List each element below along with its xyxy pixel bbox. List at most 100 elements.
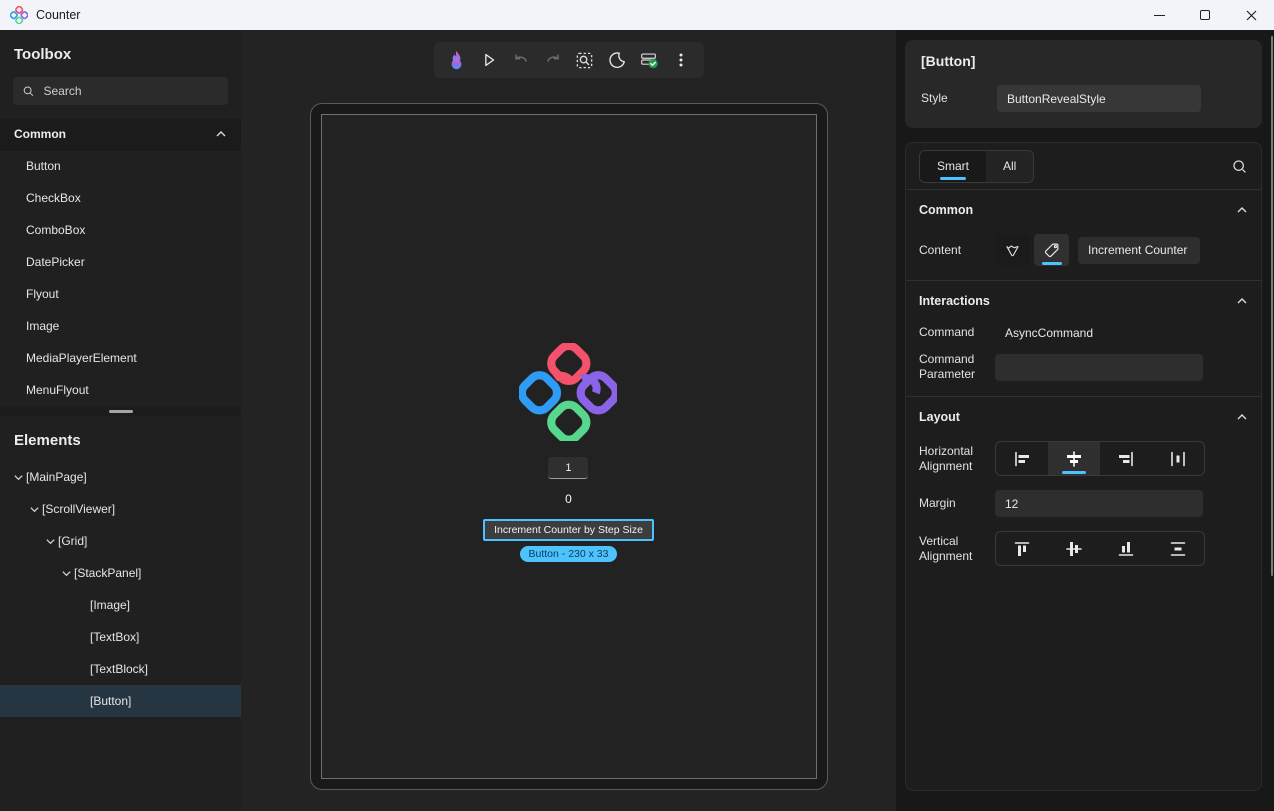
chevron-down-icon <box>61 568 72 579</box>
horizontal-alignment-label: Horizontal Alignment <box>919 444 995 474</box>
chevron-down-icon <box>29 504 40 515</box>
panel-splitter[interactable] <box>0 406 241 416</box>
window-title: Counter <box>36 8 80 22</box>
style-label: Style <box>921 91 997 106</box>
tree-item-scrollviewer[interactable]: [ScrollViewer] <box>0 493 241 525</box>
chevron-up-icon <box>1236 204 1248 216</box>
toolbox-item-menuflyout[interactable]: MenuFlyout <box>0 374 241 406</box>
selection-zoom-icon[interactable] <box>572 46 598 74</box>
toolbox-item-button[interactable]: Button <box>0 150 241 182</box>
command-parameter-label: Command Parameter <box>919 352 995 382</box>
align-center-icon[interactable] <box>1048 442 1100 475</box>
binding-icon[interactable] <box>995 234 1030 266</box>
tree-item-label: [MainPage] <box>26 470 87 484</box>
toolbox-title: Toolbox <box>0 30 241 75</box>
align-vstretch-icon[interactable] <box>1152 532 1204 565</box>
command-parameter-input[interactable] <box>995 354 1203 381</box>
toolbox-item-image[interactable]: Image <box>0 310 241 342</box>
toolbox-item-mediaplayerelement[interactable]: MediaPlayerElement <box>0 342 241 374</box>
tab-smart[interactable]: Smart <box>920 151 986 182</box>
device-frame: 1 0 Increment Counter by Step Size Butto… <box>310 103 828 790</box>
increment-counter-button[interactable]: Increment Counter by Step Size <box>483 519 654 541</box>
content-label: Content <box>919 243 995 258</box>
tree-item-button-selected[interactable]: [Button] <box>0 685 241 717</box>
section-interactions[interactable]: Interactions <box>919 281 1248 321</box>
redo-icon[interactable] <box>540 46 566 74</box>
toolbox-list: Button CheckBox ComboBox DatePicker Flyo… <box>0 150 241 406</box>
elements-title: Elements <box>0 416 241 461</box>
chevron-up-icon <box>1236 411 1248 423</box>
toolbox-search-input[interactable] <box>43 84 219 98</box>
selected-element-card: [Button] Style <box>905 40 1262 128</box>
theme-moon-icon[interactable] <box>604 46 630 74</box>
hot-reload-flame-icon[interactable] <box>444 46 470 74</box>
app-logo-icon <box>10 6 28 24</box>
step-size-textbox[interactable]: 1 <box>548 457 588 479</box>
align-left-icon[interactable] <box>996 442 1048 475</box>
chevron-down-icon <box>13 472 24 483</box>
vertical-alignment-group <box>995 531 1205 566</box>
play-icon[interactable] <box>476 46 502 74</box>
device-screen[interactable]: 1 0 Increment Counter by Step Size Butto… <box>321 114 817 779</box>
chevron-up-icon <box>1236 295 1248 307</box>
counter-textblock: 0 <box>565 492 572 506</box>
minimize-button[interactable] <box>1136 0 1182 30</box>
vertical-alignment-label: Vertical Alignment <box>919 534 995 564</box>
maximize-button[interactable] <box>1182 0 1228 30</box>
tree-item-label: [TextBlock] <box>90 662 148 676</box>
horizontal-alignment-group <box>995 441 1205 476</box>
align-stretch-icon[interactable] <box>1152 442 1204 475</box>
design-canvas[interactable]: 1 0 Increment Counter by Step Size Butto… <box>241 30 896 811</box>
chevron-up-icon <box>215 128 227 140</box>
search-icon <box>22 84 34 98</box>
tree-item-textbox[interactable]: [TextBox] <box>0 621 241 653</box>
tree-item-stackpanel[interactable]: [StackPanel] <box>0 557 241 589</box>
tree-item-label: [StackPanel] <box>74 566 141 580</box>
tree-item-grid[interactable]: [Grid] <box>0 525 241 557</box>
more-options-icon[interactable] <box>668 46 694 74</box>
command-value[interactable]: AsyncCommand <box>1005 326 1093 340</box>
content-value-input[interactable] <box>1078 237 1200 264</box>
align-top-icon[interactable] <box>996 532 1048 565</box>
uno-logo-image[interactable] <box>519 343 617 441</box>
toolbox-search[interactable] <box>13 77 228 105</box>
section-layout[interactable]: Layout <box>919 397 1248 437</box>
section-common-label: Common <box>919 203 973 217</box>
inspector-scrollbar[interactable] <box>1271 36 1273 576</box>
properties-search-icon[interactable] <box>1231 158 1248 175</box>
section-interactions-label: Interactions <box>919 294 990 308</box>
tree-item-mainpage[interactable]: [MainPage] <box>0 461 241 493</box>
splitter-handle-icon <box>109 410 133 413</box>
tag-icon[interactable] <box>1034 234 1069 266</box>
connection-status-icon[interactable] <box>636 46 662 74</box>
style-input[interactable] <box>997 85 1201 112</box>
tree-item-label: [TextBox] <box>90 630 139 644</box>
tab-all[interactable]: All <box>986 151 1033 182</box>
elements-panel: Elements [MainPage] [ScrollViewer] [Grid… <box>0 416 241 811</box>
margin-input[interactable] <box>995 490 1203 517</box>
section-layout-label: Layout <box>919 410 960 424</box>
tree-item-label: [Image] <box>90 598 130 612</box>
align-middle-icon[interactable] <box>1048 532 1100 565</box>
section-common[interactable]: Common <box>919 190 1248 230</box>
property-inspector: [Button] Style Smart All Common <box>896 30 1274 811</box>
sidebar: Toolbox Common Button CheckBox ComboBox … <box>0 30 241 811</box>
tree-item-textblock[interactable]: [TextBlock] <box>0 653 241 685</box>
designer-toolbar <box>434 42 704 78</box>
property-tabs: Smart All <box>919 150 1034 183</box>
undo-icon[interactable] <box>508 46 534 74</box>
toolbox-section-common[interactable]: Common <box>0 119 241 150</box>
align-right-icon[interactable] <box>1100 442 1152 475</box>
titlebar: Counter <box>0 0 1274 30</box>
toolbox-item-flyout[interactable]: Flyout <box>0 278 241 310</box>
chevron-down-icon <box>45 536 56 547</box>
tree-item-image[interactable]: [Image] <box>0 589 241 621</box>
selected-element-title: [Button] <box>921 53 1246 69</box>
align-bottom-icon[interactable] <box>1100 532 1152 565</box>
close-button[interactable] <box>1228 0 1274 30</box>
tree-item-label: [Button] <box>90 694 131 708</box>
toolbox-item-combobox[interactable]: ComboBox <box>0 214 241 246</box>
tree-item-label: [Grid] <box>58 534 87 548</box>
toolbox-item-datepicker[interactable]: DatePicker <box>0 246 241 278</box>
toolbox-item-checkbox[interactable]: CheckBox <box>0 182 241 214</box>
